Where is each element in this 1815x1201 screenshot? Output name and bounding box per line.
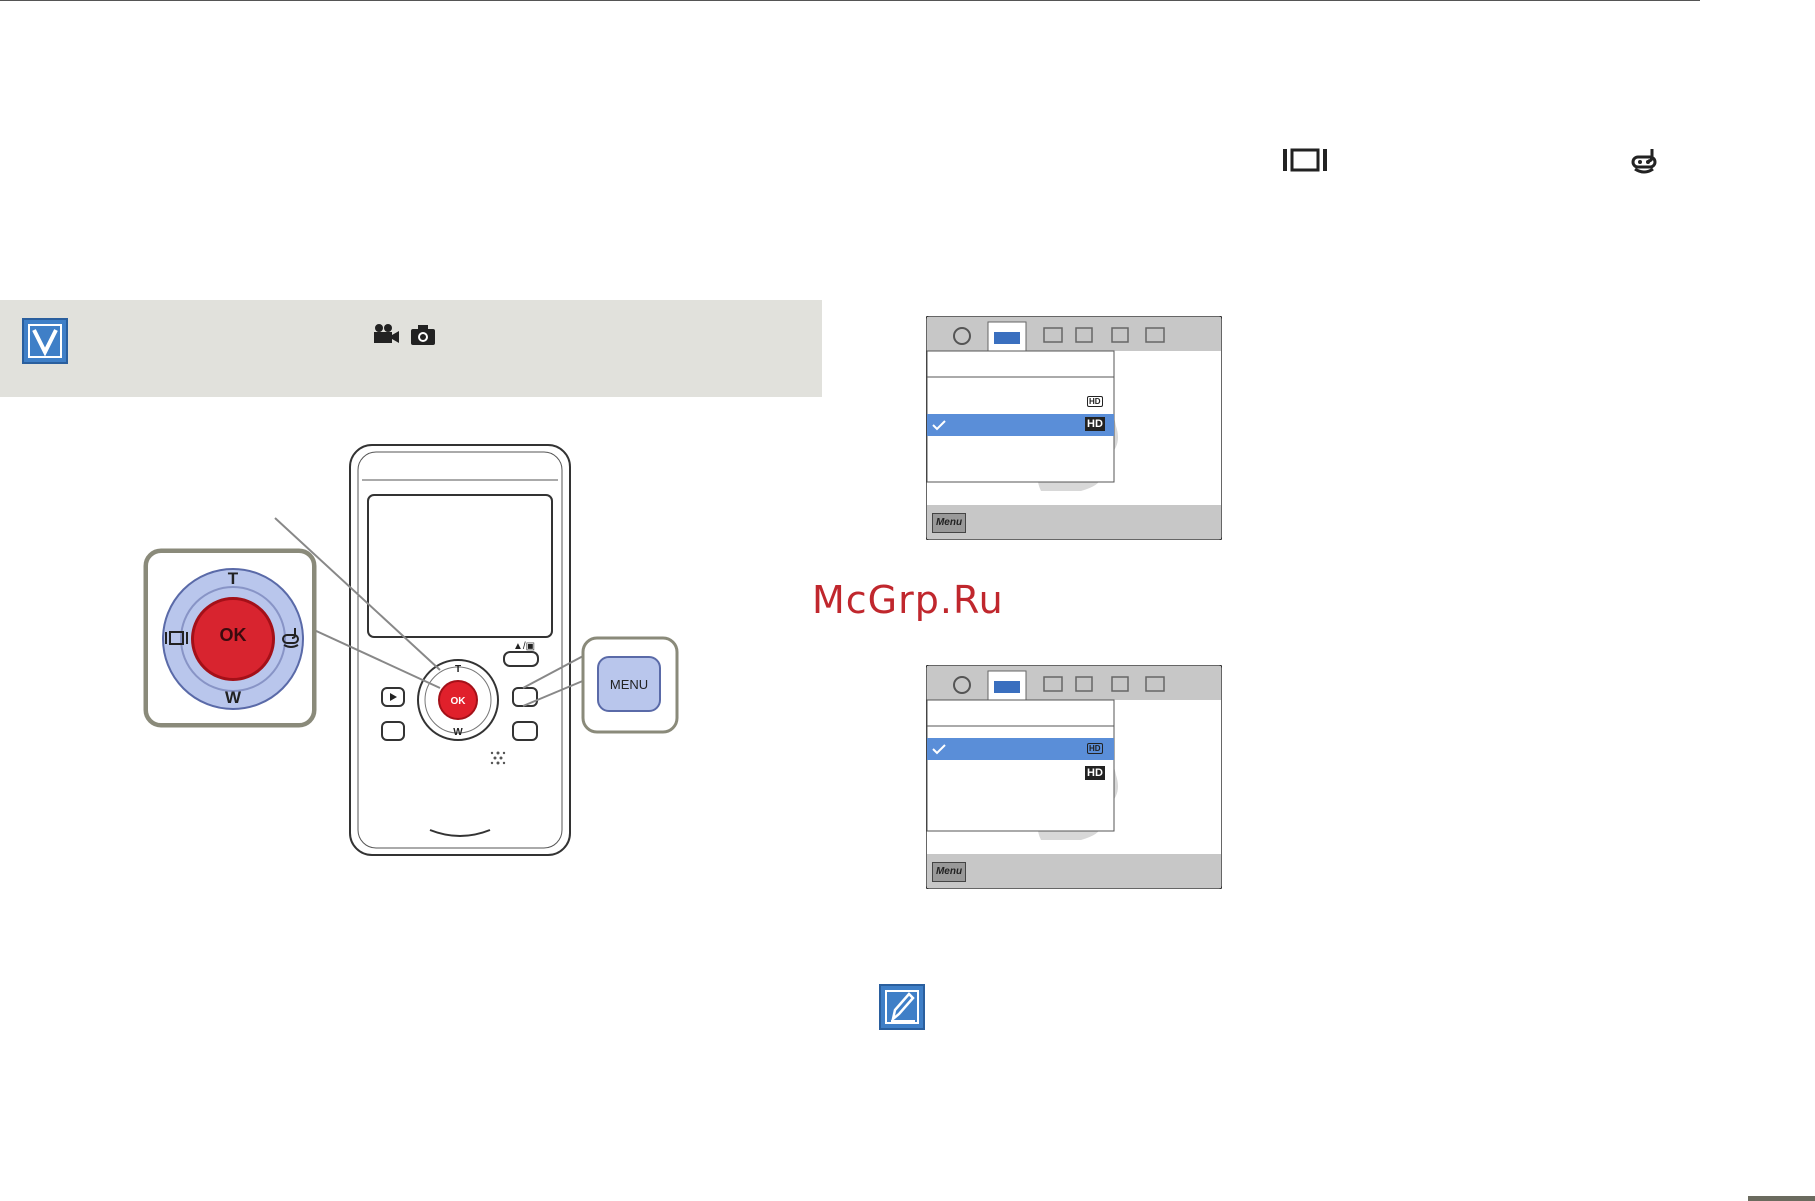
wide-label[interactable]: W [221, 688, 245, 708]
svg-text:W: W [453, 727, 463, 738]
share-button[interactable] [381, 721, 405, 741]
movie-camera-icon [374, 324, 399, 343]
diving-mask-dial-icon[interactable] [281, 627, 301, 649]
camera-lcd [367, 494, 553, 638]
menu-key[interactable]: Menu [932, 862, 966, 882]
ok-label: OK [219, 625, 247, 645]
menu-key-label: Menu [935, 517, 963, 528]
menu-button-label: MENU [609, 677, 649, 692]
option-badge: HD [1087, 396, 1103, 407]
svg-text:▲/▣: ▲/▣ [513, 641, 535, 652]
menu-key[interactable]: Menu [932, 513, 966, 533]
option-badge: HD [1085, 766, 1105, 780]
menu-small-button[interactable] [512, 687, 538, 707]
top-rule [0, 0, 1700, 1]
display-icon [1283, 148, 1327, 172]
pencil-note-icon [885, 990, 919, 1024]
watermark: McGrp.Ru [812, 578, 1004, 622]
power-small-button[interactable] [512, 721, 538, 741]
check-badge [22, 318, 68, 364]
menu-button[interactable]: MENU [597, 656, 661, 712]
checkmark-icon [28, 324, 62, 358]
tele-label[interactable]: T [223, 569, 243, 589]
photo-camera-icon [411, 325, 435, 345]
option-badge-selected[interactable]: HD [1087, 743, 1103, 754]
diving-mask-icon [1631, 149, 1657, 174]
svg-text:OK: OK [451, 696, 467, 707]
note-badge [879, 984, 925, 1030]
option-badge-selected[interactable]: HD [1085, 417, 1105, 431]
notice-bar [0, 300, 822, 397]
menu-screen-2: HD HD Menu [925, 664, 1223, 890]
page-tab [1748, 1196, 1815, 1201]
mode-switch-button[interactable] [503, 651, 539, 667]
svg-text:T: T [455, 664, 461, 675]
menu-key-label: Menu [935, 866, 963, 877]
menu-screen-1: HD HD Menu [925, 315, 1223, 541]
large-dial: OK T W [145, 550, 315, 726]
display-dial-icon[interactable] [165, 631, 189, 645]
